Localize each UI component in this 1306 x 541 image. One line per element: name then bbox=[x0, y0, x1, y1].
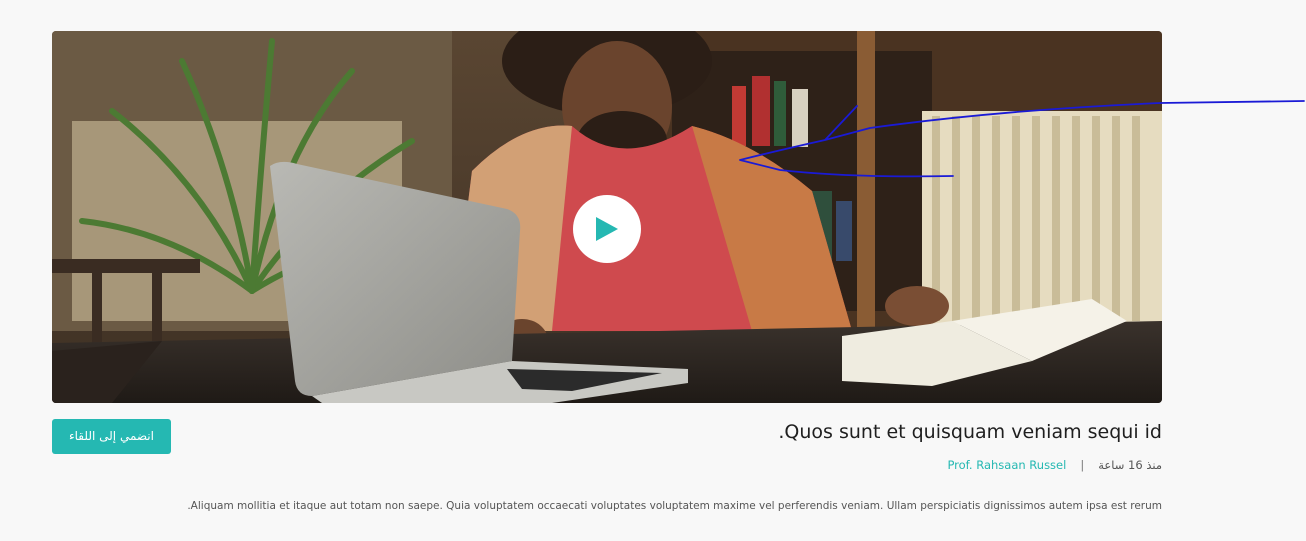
play-button[interactable] bbox=[573, 195, 641, 263]
play-icon bbox=[596, 217, 618, 241]
video-thumbnail[interactable] bbox=[52, 31, 1162, 403]
meta-row: منذ 16 ساعة | Prof. Rahsaan Russel bbox=[947, 458, 1162, 472]
join-meeting-button[interactable]: انضمي إلى اللقاء bbox=[52, 419, 171, 454]
time-ago: منذ 16 ساعة bbox=[1098, 458, 1162, 472]
description-text: .Aliquam mollitia et itaque aut totam no… bbox=[187, 500, 1162, 512]
page-title: .Quos sunt et quisquam veniam sequi id bbox=[778, 421, 1162, 443]
author-link[interactable]: Prof. Rahsaan Russel bbox=[947, 458, 1066, 472]
meta-separator: | bbox=[1080, 458, 1085, 472]
